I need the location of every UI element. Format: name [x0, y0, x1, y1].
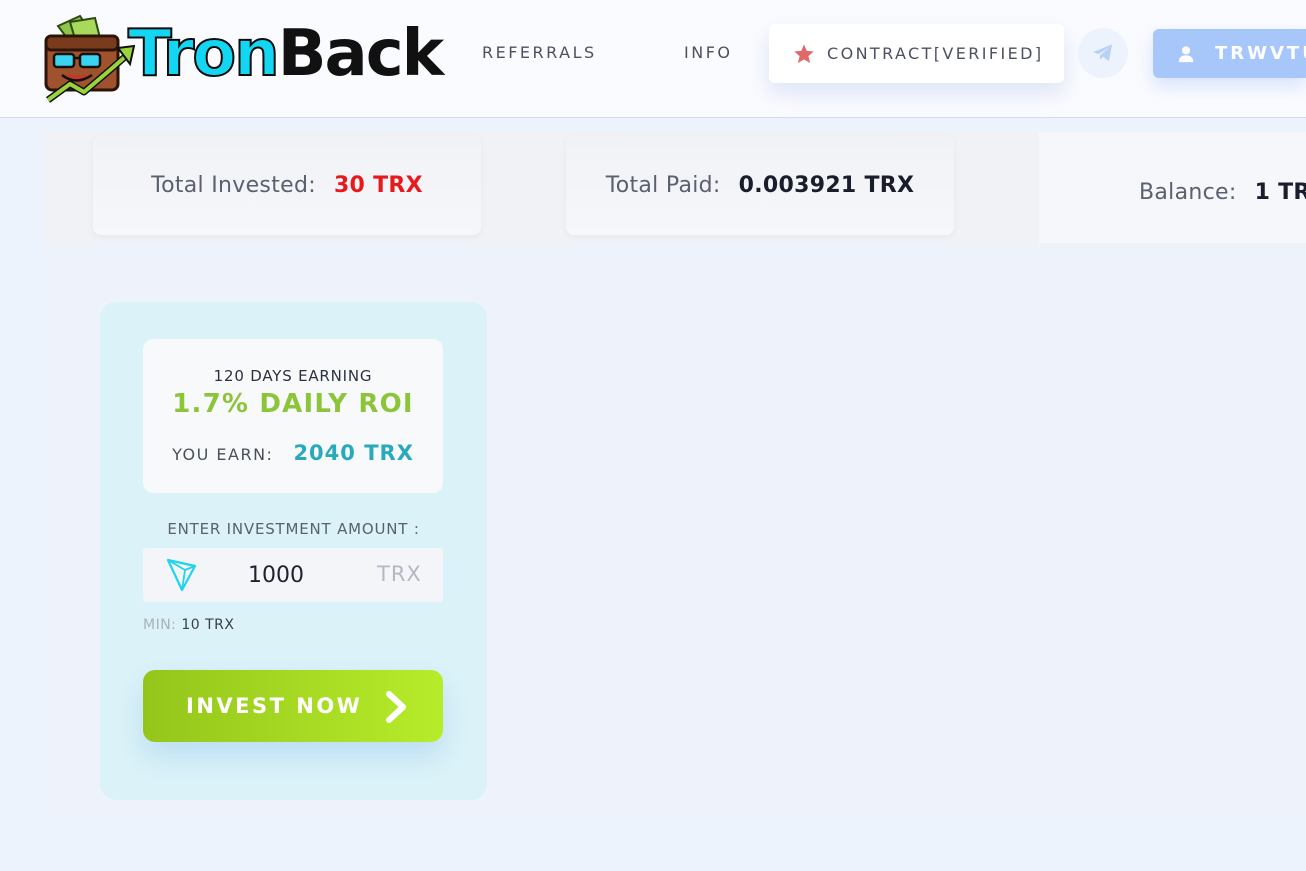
- stat-total-paid-label: Total Paid:: [605, 173, 721, 198]
- minimum-value: 10 TRX: [181, 617, 235, 633]
- stat-total-paid: Total Paid: 0.003921 TRX: [566, 136, 954, 235]
- telegram-button[interactable]: [1078, 28, 1128, 78]
- stat-balance-label: Balance:: [1139, 180, 1237, 205]
- invest-now-button[interactable]: INVEST NOW: [143, 670, 443, 742]
- logo-wordmark: TronBack: [127, 14, 444, 94]
- you-earn-row: YOU EARN: 2040 TRX: [143, 441, 443, 465]
- stat-total-paid-value: 0.003921 TRX: [738, 173, 915, 198]
- stat-total-invested: Total Invested: 30 TRX: [93, 136, 481, 235]
- account-button[interactable]: TRWVTU: [1153, 29, 1306, 78]
- earnings-summary: 120 DAYS EARNING 1.7% DAILY ROI YOU EARN…: [143, 339, 443, 493]
- account-address: TRWVTU: [1215, 43, 1306, 64]
- tron-icon: [166, 558, 197, 592]
- logo-text-back: Back: [277, 17, 444, 91]
- investment-amount-input[interactable]: [248, 557, 368, 593]
- nav-contract-verified[interactable]: CONTRACT[VERIFIED]: [769, 24, 1064, 83]
- investment-plan-card: 120 DAYS EARNING 1.7% DAILY ROI YOU EARN…: [100, 302, 487, 800]
- plan-duration: 120 DAYS EARNING: [213, 367, 373, 385]
- tronback-logo[interactable]: TronBack: [40, 12, 444, 107]
- you-earn-value: 2040 TRX: [293, 441, 414, 465]
- stat-balance: Balance: 1 TR: [1039, 132, 1306, 243]
- investment-amount-label: ENTER INVESTMENT AMOUNT :: [167, 520, 420, 538]
- wallet-mascot-icon: [44, 14, 135, 103]
- stats-bar: Total Invested: 30 TRX Total Paid: 0.003…: [43, 132, 1306, 243]
- main-panel: 120 DAYS EARNING 1.7% DAILY ROI YOU EARN…: [43, 243, 1306, 824]
- invest-now-label: INVEST NOW: [186, 694, 363, 718]
- logo-text-tron: Tron: [127, 16, 281, 92]
- nav-contract-label: CONTRACT[VERIFIED]: [827, 44, 1044, 63]
- top-header: TronBack REFERRALS INFO CONTRACT[VERIFIE…: [0, 0, 1306, 118]
- star-icon: [794, 43, 814, 63]
- investment-amount-field[interactable]: TRX: [143, 548, 443, 602]
- stat-total-invested-value: 30 TRX: [333, 173, 423, 198]
- minimum-label: MIN:: [143, 617, 177, 633]
- plan-daily-roi: 1.7% DAILY ROI: [172, 389, 414, 419]
- nav-referrals[interactable]: REFERRALS: [482, 43, 597, 62]
- minimum-amount: MIN: 10 TRX: [143, 617, 235, 633]
- amount-unit: TRX: [377, 562, 422, 586]
- nav-info[interactable]: INFO: [684, 43, 732, 62]
- stat-balance-value: 1 TR: [1254, 180, 1306, 205]
- telegram-icon: [1093, 44, 1113, 62]
- user-icon: [1178, 45, 1194, 62]
- stat-total-invested-label: Total Invested:: [151, 173, 316, 198]
- you-earn-label: YOU EARN:: [172, 445, 274, 464]
- chevron-right-icon: [386, 691, 406, 723]
